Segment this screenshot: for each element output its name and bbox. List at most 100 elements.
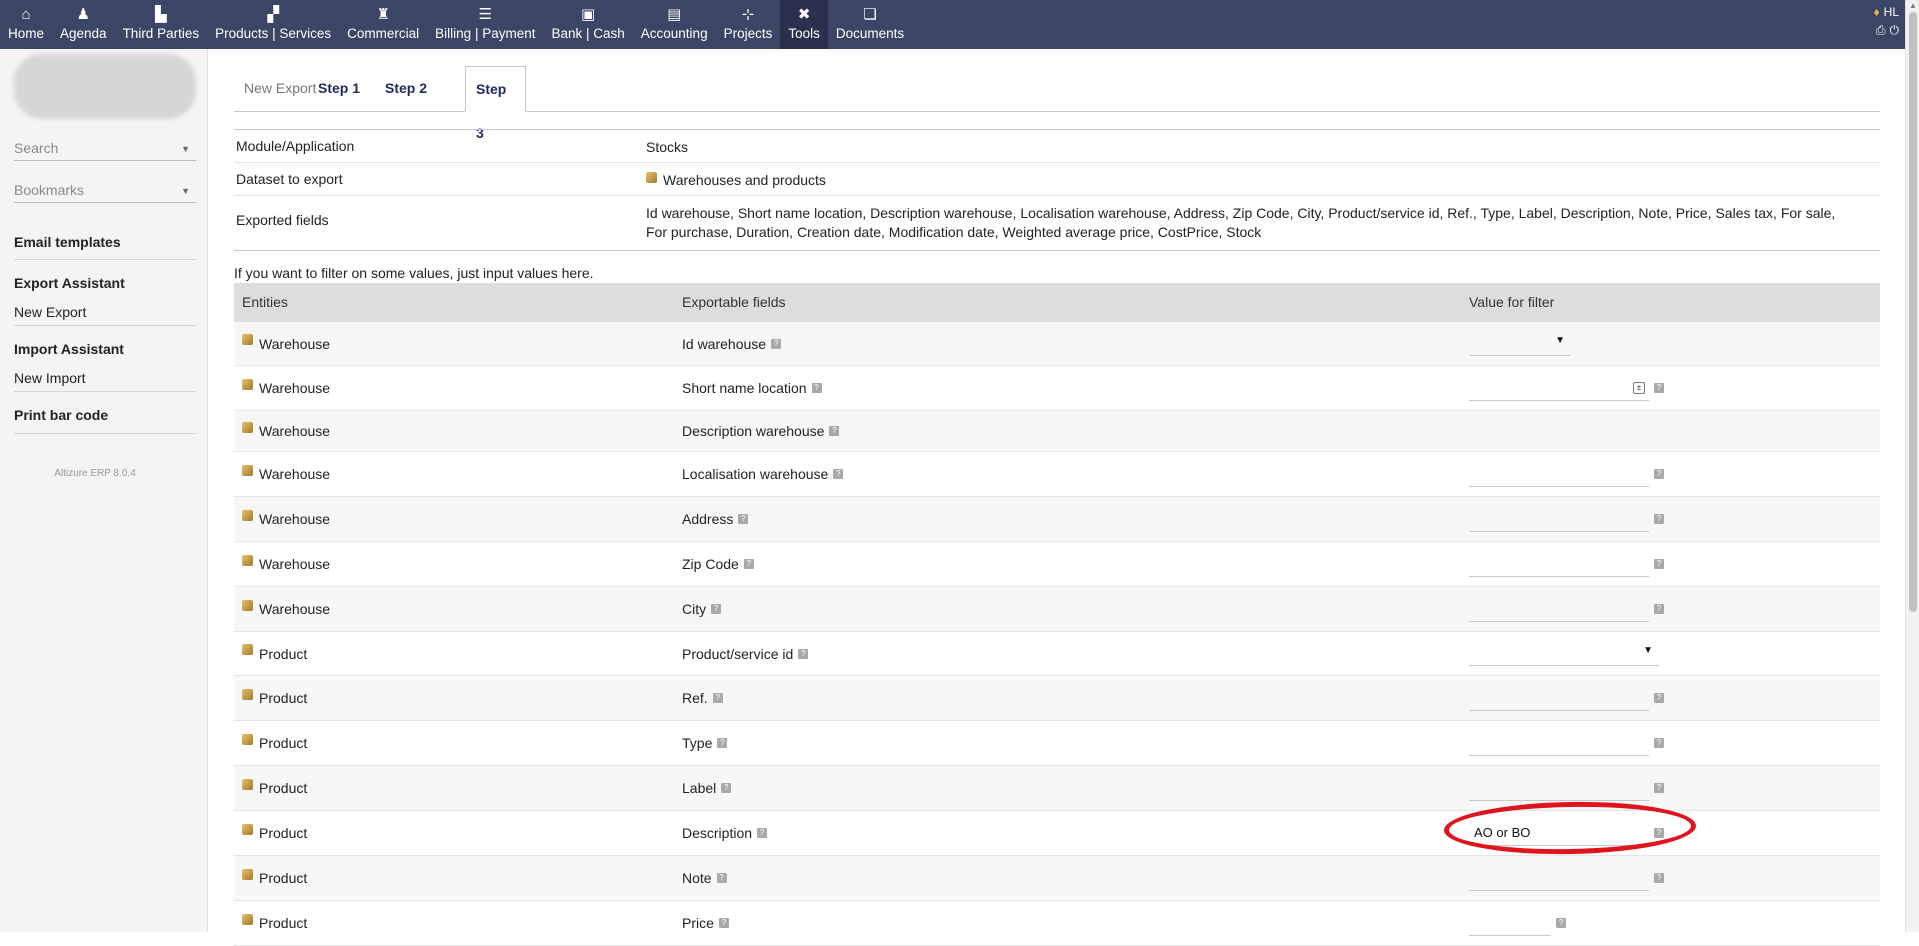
help-icon[interactable]: ? <box>743 559 754 569</box>
tab-step-3[interactable]: Step 3 <box>465 66 526 141</box>
help-icon[interactable]: ? <box>711 604 722 614</box>
help-icon[interactable]: ? <box>811 383 822 393</box>
help-icon[interactable]: ? <box>1654 783 1664 793</box>
filter-input-label[interactable] <box>1469 775 1649 801</box>
bookmarks-select[interactable]: Bookmarks ▼ <box>14 179 196 203</box>
nav-commercial[interactable]: ♜ Commercial <box>339 0 427 49</box>
dataset-value: Warehouses and products <box>663 172 826 188</box>
filter-input-zip-code[interactable] <box>1469 551 1649 577</box>
entity-name: Product <box>259 645 308 662</box>
help-icon[interactable]: ? <box>1654 383 1664 393</box>
filter-input-localisation-warehouse[interactable] <box>1469 461 1649 487</box>
help-icon[interactable]: ? <box>757 828 768 838</box>
product-icon <box>242 868 253 880</box>
suitcase-icon: ♜ <box>376 6 390 23</box>
filter-input-price[interactable] <box>1469 910 1551 936</box>
menu-new-export[interactable]: New Export <box>14 301 196 323</box>
field-name: Note <box>682 870 712 886</box>
agenda-icon: ♟ <box>76 6 91 23</box>
help-icon[interactable]: ? <box>716 873 727 883</box>
header-entities: Entities <box>242 294 288 310</box>
table-row: Warehouse City? ? <box>234 587 1880 632</box>
entity-name: Product <box>259 780 308 796</box>
user-area: ♦ HL ⎙ ⏻ <box>1870 3 1899 39</box>
warehouse-icon <box>242 554 253 566</box>
nav-billing-payment[interactable]: ☰ Billing | Payment <box>427 0 543 49</box>
print-icon[interactable]: ⎙ <box>1876 23 1886 37</box>
help-icon[interactable]: ? <box>833 469 844 479</box>
chevron-down-icon: ▼ <box>181 144 190 154</box>
nav-home[interactable]: ⌂ Home <box>0 0 52 49</box>
help-icon[interactable]: ? <box>1654 738 1664 748</box>
product-icon <box>242 823 253 835</box>
help-icon[interactable]: ? <box>738 514 749 524</box>
nav-projects[interactable]: ⊹ Projects <box>716 0 781 49</box>
menu-email-templates[interactable]: Email templates <box>14 231 196 253</box>
tab-step-2[interactable]: Step 2 <box>375 66 437 112</box>
entity-name: Warehouse <box>259 423 331 439</box>
product-icon <box>242 778 253 790</box>
help-icon[interactable]: ? <box>1654 873 1664 883</box>
filter-select-product-id[interactable]: ▼ <box>1469 642 1659 666</box>
table-row: Warehouse Localisation warehouse? ? <box>234 452 1880 497</box>
nav-bank-cash[interactable]: ▣ Bank | Cash <box>543 0 632 49</box>
nav-documents[interactable]: ❏ Documents <box>828 0 912 49</box>
help-icon[interactable]: ? <box>1654 469 1664 479</box>
help-icon[interactable]: ? <box>1654 604 1664 614</box>
field-name: Ref. <box>682 690 708 706</box>
menu-export-assistant[interactable]: Export Assistant <box>14 272 196 294</box>
help-icon[interactable]: ? <box>721 783 732 793</box>
folders-icon: ❏ <box>863 6 877 23</box>
tab-step-1[interactable]: Step 1 <box>308 66 370 112</box>
user-initials[interactable]: HL <box>1884 5 1899 19</box>
menu-print-bar-code[interactable]: Print bar code <box>14 404 196 426</box>
nav-accounting[interactable]: ▤ Accounting <box>633 0 716 49</box>
warehouse-icon <box>242 334 253 345</box>
nav-tools[interactable]: ✖ Tools <box>780 0 828 49</box>
help-icon[interactable]: ? <box>718 918 729 928</box>
menu-new-import[interactable]: New Import <box>14 367 196 389</box>
chevron-down-icon: ▼ <box>1555 334 1565 346</box>
filter-table: Entities Exportable fields Value for fil… <box>234 283 1880 946</box>
search-select[interactable]: Search ▼ <box>14 137 196 161</box>
help-icon[interactable]: ? <box>771 338 782 349</box>
chevron-down-icon: ▼ <box>1643 644 1653 656</box>
table-row: Product Type? ? <box>234 721 1880 766</box>
menu-import-assistant[interactable]: Import Assistant <box>14 338 196 360</box>
scrollbar-thumb[interactable] <box>1909 12 1917 612</box>
filter-select-id-warehouse[interactable]: ▼ <box>1469 332 1571 356</box>
help-icon[interactable]: ? <box>717 738 728 748</box>
table-row: Product Label? ? <box>234 766 1880 811</box>
user-icon[interactable]: ♦ <box>1874 5 1880 19</box>
table-row: Warehouse Id warehouse? ▼ <box>234 322 1880 366</box>
company-logo[interactable] <box>14 54 196 119</box>
nav-third-parties[interactable]: ▙ Third Parties <box>115 0 208 49</box>
menu-block-import: Import Assistant New Import <box>14 338 196 392</box>
summary-row-module: Module/Application Stocks <box>234 130 1880 163</box>
nav-agenda[interactable]: ♟ Agenda <box>52 0 115 49</box>
calculator-icon[interactable]: ± <box>1633 382 1645 394</box>
filter-input-short-name-location[interactable] <box>1469 375 1649 401</box>
page-scrollbar[interactable]: ▲ <box>1905 0 1919 932</box>
scroll-up-arrow-icon[interactable]: ▲ <box>1909 1 1917 10</box>
help-icon[interactable]: ? <box>798 648 809 659</box>
filter-hint: If you want to filter on some values, ju… <box>234 265 594 281</box>
filter-input-address[interactable] <box>1469 506 1649 532</box>
nav-products-services[interactable]: ▞ Products | Services <box>207 0 339 49</box>
entity-name: Product <box>259 690 308 706</box>
filter-input-note[interactable] <box>1469 865 1649 891</box>
logout-icon[interactable]: ⏻ <box>1890 23 1900 37</box>
table-row: Product Description? ? <box>234 811 1880 856</box>
filter-input-type[interactable] <box>1469 730 1649 756</box>
filter-input-ref[interactable] <box>1469 685 1649 711</box>
dataset-label: Dataset to export <box>236 171 343 187</box>
help-icon[interactable]: ? <box>1654 693 1664 703</box>
help-icon[interactable]: ? <box>1654 559 1664 569</box>
help-icon[interactable]: ? <box>1654 514 1664 524</box>
filter-input-description[interactable] <box>1469 820 1649 846</box>
help-icon[interactable]: ? <box>829 426 840 436</box>
help-icon[interactable]: ? <box>712 693 723 703</box>
help-icon[interactable]: ? <box>1556 918 1566 928</box>
filter-input-city[interactable] <box>1469 596 1649 622</box>
help-icon[interactable]: ? <box>1654 828 1664 838</box>
